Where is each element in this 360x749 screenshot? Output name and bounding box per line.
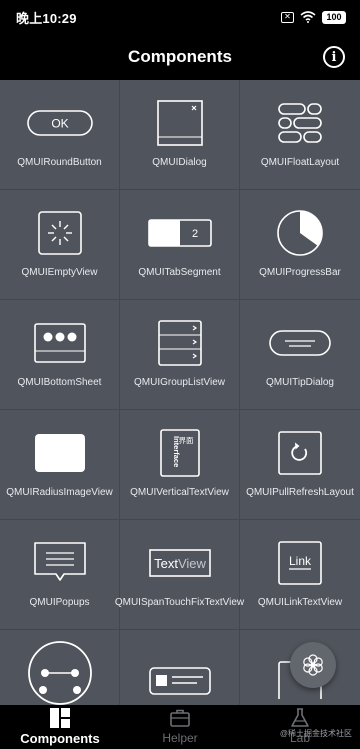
pull-refresh-icon (260, 428, 340, 478)
top-bar: Components i (0, 34, 360, 80)
grid-item-radius-image-view[interactable]: QMUIRadiusImageView (0, 410, 120, 520)
grid-item-group-list-view[interactable]: QMUIGroupListView (120, 300, 240, 410)
page-title: Components (128, 47, 232, 66)
grid-item-vertical-text-view[interactable]: 界面 Interface QMUIVerticalTextView (120, 410, 240, 520)
grid-item-label: QMUISpanTouchFixTextView (114, 597, 245, 608)
float-layout-icon (260, 98, 340, 148)
grid-item-label: QMUIDialog (152, 157, 207, 168)
link-text-icon: Link (260, 538, 340, 588)
round-button-text: OK (51, 117, 68, 131)
grid-item-link-text-view[interactable]: Link QMUILinkTextView (240, 520, 360, 630)
progress-bar-icon (260, 208, 340, 258)
bottom-tab-bar: Components Helper Lab @稀土掘金技术社区 (0, 705, 360, 749)
wifi-icon (300, 11, 316, 23)
components-tab-icon (50, 708, 70, 728)
group-list-icon (140, 318, 220, 368)
grid-item-tab-segment[interactable]: 2 QMUITabSegment (120, 190, 240, 300)
watermark: @稀土掘金技术社区 (279, 729, 352, 738)
grid-item-span-touch-fix-text-view[interactable]: TextView QMUISpanTouchFixTextView (115, 520, 244, 630)
grid-item-pull-refresh-layout[interactable]: QMUIPullRefreshLayout (240, 410, 360, 520)
grid-item-empty-view[interactable]: QMUIEmptyView (0, 190, 120, 300)
grid-item-slider[interactable] (0, 630, 120, 705)
bottom-sheet-icon (20, 318, 100, 368)
info-icon[interactable]: i (323, 46, 345, 68)
status-icons: ✕ 100 (281, 10, 346, 24)
grid-item-label: QMUIFloatLayout (260, 157, 340, 168)
grid-item-label: QMUIRadiusImageView (6, 487, 113, 498)
grid-item-bottom-sheet[interactable]: QMUIBottomSheet (0, 300, 120, 410)
link-text: Link (289, 554, 312, 568)
grid-item-label: QMUILinkTextView (257, 597, 343, 608)
components-grid: OK QMUIRoundButton QMUIDialog QMUIFloatL… (0, 80, 360, 705)
status-time: 晚上10:29 (16, 10, 77, 26)
round-button-icon: OK (20, 98, 100, 148)
grid-item-tip-dialog[interactable]: QMUITipDialog (240, 300, 360, 410)
grid-item-id-card[interactable] (120, 630, 240, 705)
grid-item-float-layout[interactable]: QMUIFloatLayout (240, 80, 360, 190)
tab-lab[interactable]: Lab (240, 705, 360, 749)
tab-components[interactable]: Components (0, 705, 120, 749)
popups-icon (20, 538, 100, 588)
tab-label: Components (20, 731, 100, 746)
helper-briefcase-icon (170, 709, 190, 727)
grid-item-label: QMUIPopups (29, 597, 90, 608)
no-sim-icon: ✕ (281, 11, 294, 23)
span-text-a: Text (154, 556, 178, 571)
id-card-icon (140, 656, 220, 705)
dialog-icon (140, 98, 220, 148)
grid-item-dialog[interactable]: QMUIDialog (120, 80, 240, 190)
grid-item-label: QMUIEmptyView (21, 267, 98, 278)
grid-item-label: QMUITabSegment (138, 267, 221, 278)
grid-item-label: QMUIBottomSheet (17, 377, 102, 388)
grid-item-popups[interactable]: QMUIPopups (0, 520, 120, 630)
grid-item-label: QMUIRoundButton (17, 157, 102, 168)
vertical-text-en: Interface (172, 436, 181, 467)
span-text-b: View (177, 556, 206, 571)
tab-helper[interactable]: Helper (120, 705, 240, 749)
grid-item-label: QMUIVerticalTextView (130, 487, 229, 498)
battery-icon: 100 (322, 10, 346, 24)
tab-label: Helper (162, 731, 198, 745)
tip-dialog-icon (260, 318, 340, 368)
radius-image-icon (20, 428, 100, 478)
grid-item-label: QMUIProgressBar (259, 267, 341, 278)
flower-icon (303, 654, 323, 676)
lab-flask-icon (291, 708, 309, 727)
span-touch-icon: TextView (140, 538, 220, 588)
tab-segment-icon: 2 (140, 208, 220, 258)
slider-icon (20, 641, 100, 705)
grid-item-progress-bar[interactable]: QMUIProgressBar (240, 190, 360, 300)
svg-text:TextView: TextView (154, 556, 206, 571)
grid-item-label: QMUIPullRefreshLayout (246, 487, 354, 498)
floating-action-button[interactable] (290, 642, 336, 688)
vertical-text-icon: 界面 Interface (140, 428, 220, 478)
status-bar: 晚上10:29 ✕ 100 (0, 0, 360, 34)
grid-item-label: QMUITipDialog (266, 377, 334, 388)
empty-view-icon (20, 208, 100, 258)
grid-item-label: QMUIGroupListView (134, 377, 225, 388)
tab-segment-number: 2 (191, 228, 197, 240)
grid-item-round-button[interactable]: OK QMUIRoundButton (0, 80, 120, 190)
